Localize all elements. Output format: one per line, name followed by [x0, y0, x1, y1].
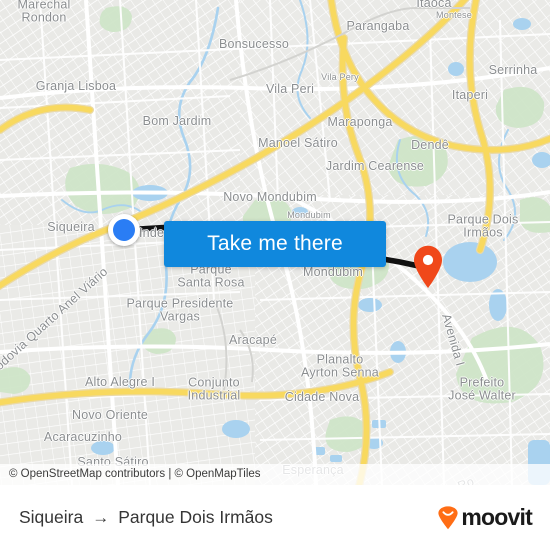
map-pin-icon: [414, 245, 442, 288]
moovit-route-card: Marechal Rondon Bonsucesso Parangaba Itaoca…: [0, 0, 550, 550]
route-destination-label: Parque Dois Irmãos: [118, 507, 273, 527]
map-attribution[interactable]: © OpenStreetMap contributors | © OpenMap…: [0, 464, 550, 485]
footer-bar: Siqueira → Parque Dois Irmãos moovit: [0, 485, 550, 550]
arrow-right-icon: →: [92, 508, 110, 527]
origin-dot-icon: [113, 219, 135, 241]
origin-marker[interactable]: [108, 214, 140, 246]
take-me-there-button[interactable]: Take me there: [164, 221, 386, 267]
route-summary: Siqueira → Parque Dois Irmãos: [19, 507, 273, 528]
moovit-pin-icon: [438, 505, 459, 529]
route-origin-label: Siqueira: [19, 507, 84, 527]
map-canvas[interactable]: Marechal Rondon Bonsucesso Parangaba Itaoca…: [0, 0, 550, 485]
destination-marker[interactable]: [412, 245, 444, 289]
moovit-logo[interactable]: moovit: [437, 504, 533, 531]
moovit-wordmark: moovit: [461, 504, 532, 530]
